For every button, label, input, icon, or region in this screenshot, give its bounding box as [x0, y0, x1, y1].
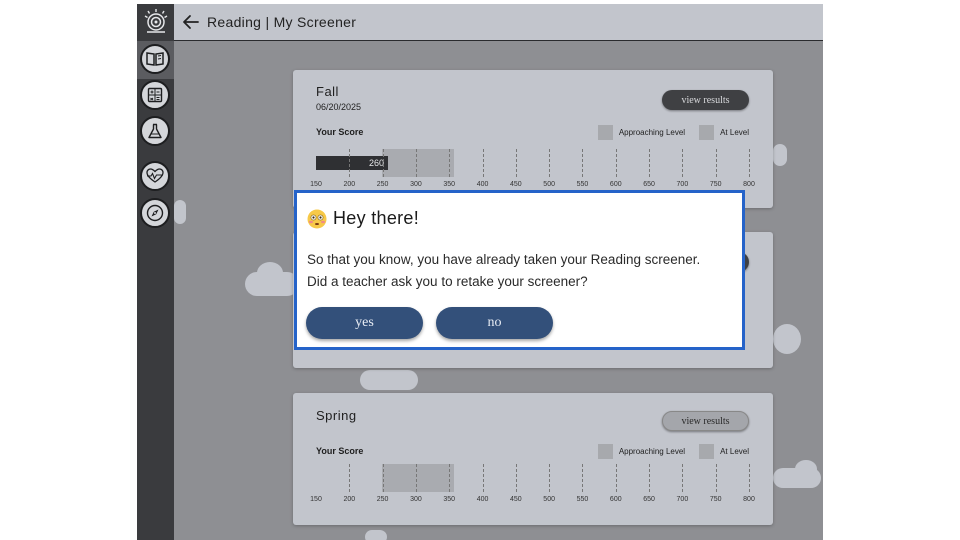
dialog-message-line-2: Did a teacher ask you to retake your scr… [307, 274, 588, 289]
retake-dialog: Hey there! So that you know, you have al… [294, 190, 745, 350]
dialog-header: Hey there! [307, 208, 419, 229]
app-window: Reading | My Screener Fall 06/20/2025 vi… [137, 4, 823, 540]
dialog-message-line-1: So that you know, you have already taken… [307, 252, 701, 267]
dialog-greeting: Hey there! [333, 208, 420, 228]
flushed-face-icon [307, 209, 327, 228]
no-button[interactable]: no [436, 307, 553, 339]
modal-overlay: Hey there! So that you know, you have al… [137, 4, 823, 540]
yes-button[interactable]: yes [306, 307, 423, 339]
